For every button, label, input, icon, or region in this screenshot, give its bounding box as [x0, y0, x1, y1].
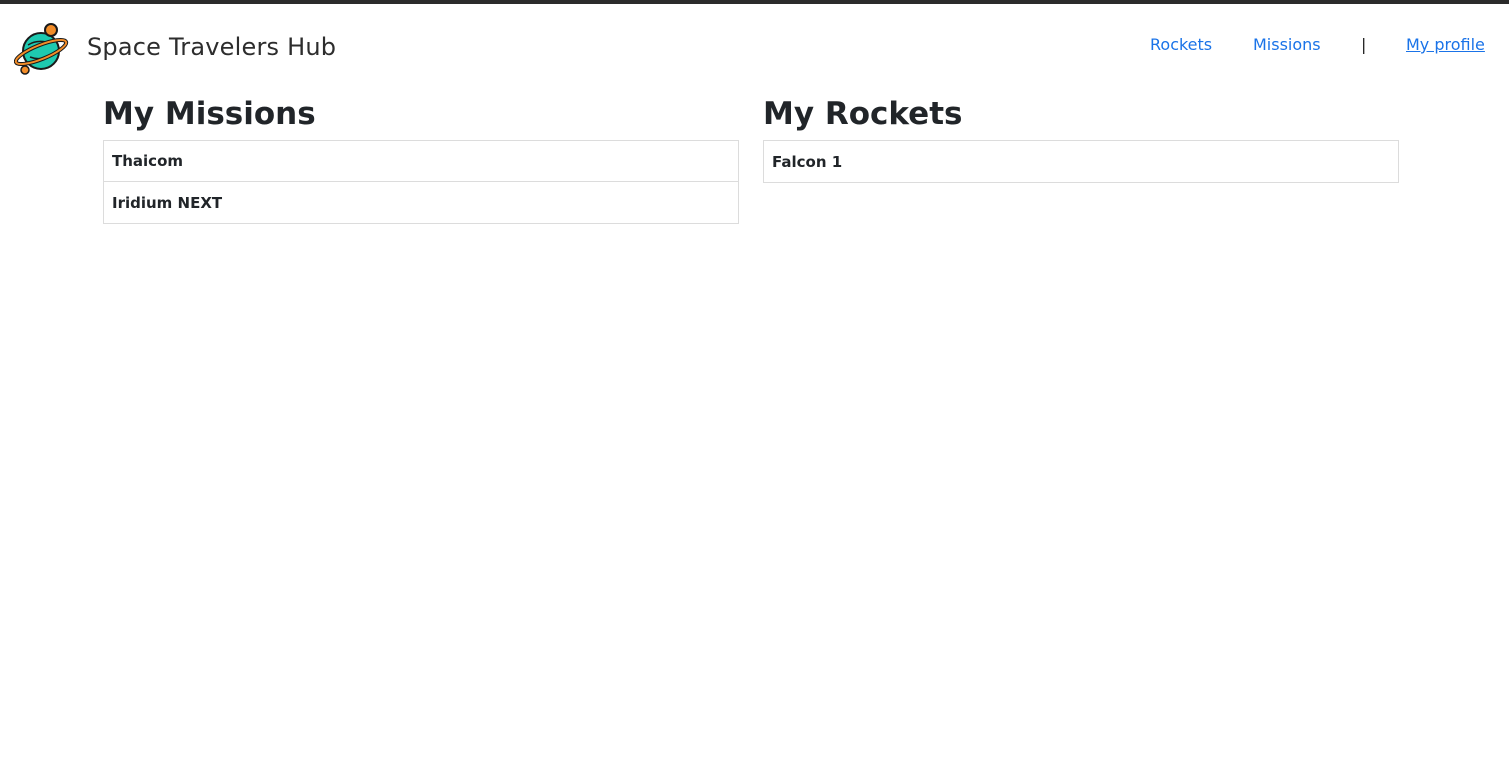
nav-link-my-profile[interactable]: My profile — [1406, 35, 1485, 55]
mission-item: Iridium NEXT — [112, 193, 223, 212]
nav-link-rockets[interactable]: Rockets — [1150, 35, 1212, 55]
main-nav: Rockets Missions | My profile — [0, 35, 1509, 59]
my-missions-title: My Missions — [103, 96, 316, 132]
site-header: Space Travelers Hub Rockets Missions | M… — [0, 4, 1509, 88]
nav-separator: | — [1361, 35, 1367, 54]
nav-link-missions[interactable]: Missions — [1253, 35, 1321, 55]
mission-item: Thaicom — [104, 141, 738, 182]
rocket-item: Falcon 1 — [772, 152, 843, 171]
my-rockets-title: My Rockets — [763, 96, 963, 132]
my-missions-list: Thaicom Iridium NEXT — [103, 140, 739, 224]
my-rockets-list: Falcon 1 — [763, 140, 1399, 183]
